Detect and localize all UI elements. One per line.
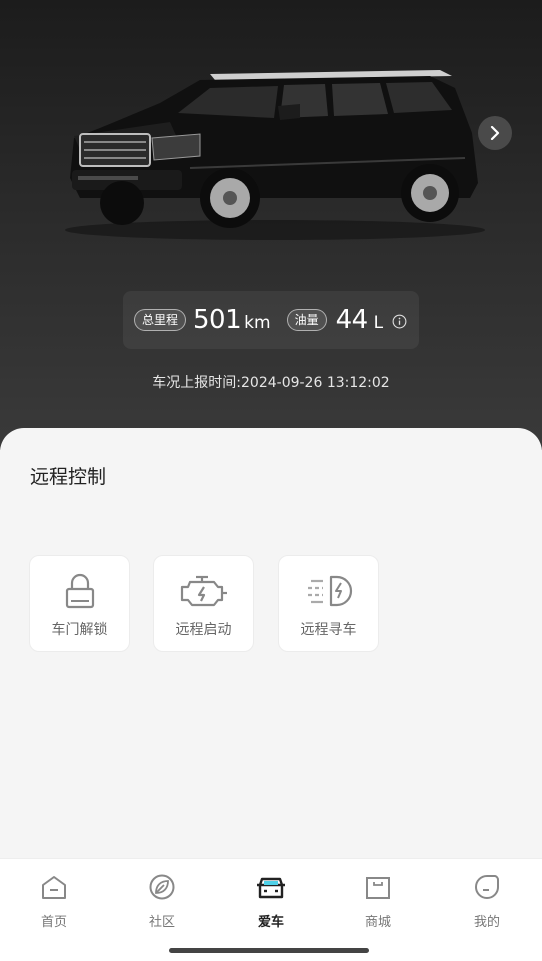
home-indicator <box>169 948 369 953</box>
tab-shop[interactable]: 商城 <box>333 873 423 933</box>
tab-shop-label: 商城 <box>364 915 391 930</box>
tab-community-label: 社区 <box>148 915 175 930</box>
remote-start-label: 远程启动 <box>175 622 232 638</box>
mileage-value: 501 <box>193 305 242 335</box>
tab-home-label: 首页 <box>40 915 67 930</box>
find-car-label: 远程寻车 <box>300 622 357 638</box>
fuel-value: 44 <box>335 305 369 335</box>
home-icon <box>42 876 66 899</box>
chevron-right-icon <box>490 126 500 140</box>
bottom-tab-bar: 首页 社区 爱车 商城 我的 <box>0 858 542 961</box>
lock-icon <box>65 573 94 609</box>
vehicle-image[interactable] <box>60 58 490 243</box>
engine-icon <box>180 575 227 607</box>
remote-control-sheet: 远程控制 车门解锁 远程启动 远程寻车 <box>0 428 542 858</box>
tab-community[interactable]: 社区 <box>117 873 207 933</box>
shop-icon <box>366 877 390 899</box>
remote-start-button[interactable]: 远程启动 <box>153 555 254 652</box>
vehicle-stats-panel: 总里程 501 km 油量 44 L <box>123 291 419 349</box>
report-time: 车况上报时间:2024-09-26 13:12:02 <box>152 375 390 391</box>
tab-home[interactable]: 首页 <box>9 873 99 933</box>
mileage-unit: km <box>244 312 271 333</box>
tab-profile[interactable]: 我的 <box>442 873 532 933</box>
unlock-door-label: 车门解锁 <box>51 622 108 638</box>
tab-car[interactable]: 爱车 <box>226 873 316 933</box>
vehicle-hero: 总里程 501 km 油量 44 L 车况上报时间:2024-09-26 13:… <box>0 0 542 450</box>
unlock-door-button[interactable]: 车门解锁 <box>29 555 130 652</box>
info-icon[interactable] <box>392 314 407 329</box>
fuel-unit: L <box>373 312 384 333</box>
tab-car-label: 爱车 <box>257 915 284 930</box>
tab-profile-label: 我的 <box>473 915 500 930</box>
section-title: 远程控制 <box>30 466 107 488</box>
headlight-icon <box>307 575 352 607</box>
next-vehicle-button[interactable] <box>478 116 512 150</box>
fuel-label: 油量 <box>286 309 327 331</box>
find-car-button[interactable]: 远程寻车 <box>278 555 379 652</box>
mileage-label: 总里程 <box>134 309 187 331</box>
leaf-icon <box>149 874 175 900</box>
car-icon <box>257 877 285 899</box>
profile-icon <box>474 875 499 899</box>
